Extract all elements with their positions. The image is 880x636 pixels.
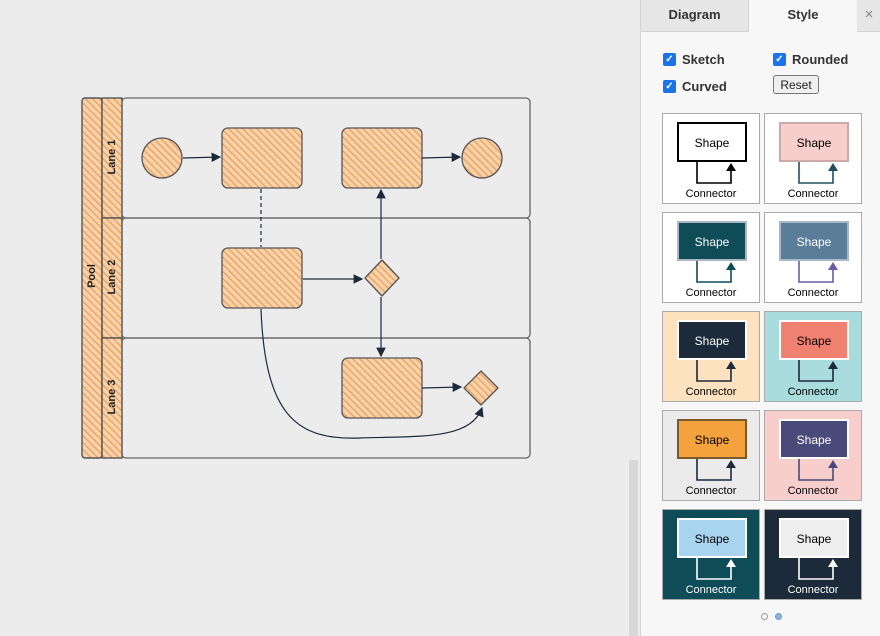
- format-panel: Diagram Style × ✓ Sketch ✓ Rounded ✓ Cur…: [640, 0, 880, 636]
- panel-tabs: Diagram Style ×: [641, 0, 880, 32]
- style-preset-4[interactable]: Shape Connector: [764, 212, 862, 303]
- sketch-option[interactable]: ✓ Sketch: [663, 52, 725, 67]
- preset-shape: Shape: [677, 518, 747, 558]
- preset-connector-label: Connector: [685, 485, 737, 497]
- start-event[interactable]: [141, 137, 183, 179]
- style-preset-6[interactable]: Shape Connector: [764, 311, 862, 402]
- preset-shape: Shape: [779, 122, 849, 162]
- task-1[interactable]: [221, 127, 303, 189]
- end-event[interactable]: [461, 137, 503, 179]
- style-preset-3[interactable]: Shape Connector: [662, 212, 760, 303]
- preset-shape: Shape: [779, 320, 849, 360]
- curved-checkbox[interactable]: ✓: [663, 80, 676, 93]
- tab-diagram[interactable]: Diagram: [641, 0, 749, 32]
- canvas-scrollbar[interactable]: [629, 460, 638, 636]
- preset-shape: Shape: [677, 221, 747, 261]
- preset-connector-label: Connector: [685, 386, 737, 398]
- curved-option[interactable]: ✓ Curved: [663, 79, 727, 94]
- lane-label-3: Lane 3: [106, 379, 118, 415]
- lane-3[interactable]: [121, 337, 531, 459]
- preset-connector-label: Connector: [787, 287, 839, 299]
- reset-button[interactable]: Reset: [773, 75, 819, 94]
- preset-connector-label: Connector: [787, 386, 839, 398]
- rounded-label: Rounded: [792, 52, 849, 67]
- preset-shape: Shape: [779, 419, 849, 459]
- preset-connector-label: Connector: [685, 287, 737, 299]
- task-2[interactable]: [341, 127, 423, 189]
- diagram-canvas[interactable]: Pool Lane 1 Lane 2 Lane 3: [0, 0, 628, 636]
- task-4[interactable]: [341, 357, 423, 419]
- gateway-2[interactable]: [463, 370, 499, 406]
- style-preset-7[interactable]: Shape Connector: [662, 410, 760, 501]
- rounded-checkbox[interactable]: ✓: [773, 53, 786, 66]
- style-preset-1[interactable]: Shape Connector: [662, 113, 760, 204]
- edge-task4-gateway2[interactable]: [421, 382, 463, 393]
- style-preset-8[interactable]: Shape Connector: [764, 410, 862, 501]
- lane-2[interactable]: [121, 217, 531, 339]
- preset-shape: Shape: [677, 122, 747, 162]
- preset-connector-label: Connector: [787, 584, 839, 596]
- preset-shape: Shape: [677, 320, 747, 360]
- preset-shape: Shape: [779, 221, 849, 261]
- curved-label: Curved: [682, 79, 727, 94]
- pager-dot-1[interactable]: [761, 613, 768, 620]
- preset-connector-label: Connector: [685, 584, 737, 596]
- preset-connector-label: Connector: [787, 188, 839, 200]
- preset-shape: Shape: [779, 518, 849, 558]
- pager-dot-2[interactable]: [775, 613, 782, 620]
- sketch-checkbox[interactable]: ✓: [663, 53, 676, 66]
- preset-connector-label: Connector: [787, 485, 839, 497]
- tab-style[interactable]: Style: [749, 0, 857, 32]
- edge-task2-end[interactable]: [421, 152, 462, 163]
- style-preset-5[interactable]: Shape Connector: [662, 311, 760, 402]
- pool-label: Pool: [86, 264, 98, 288]
- sketch-label: Sketch: [682, 52, 725, 67]
- preset-connector-label: Connector: [685, 188, 737, 200]
- task-3[interactable]: [221, 247, 303, 309]
- rounded-option[interactable]: ✓ Rounded: [773, 52, 848, 67]
- lane-label-2: Lane 2: [106, 259, 118, 295]
- close-panel-button[interactable]: ×: [857, 0, 880, 32]
- style-preset-9[interactable]: Shape Connector: [662, 509, 760, 600]
- style-preset-10[interactable]: Shape Connector: [764, 509, 862, 600]
- preset-shape: Shape: [677, 419, 747, 459]
- gateway-1[interactable]: [364, 259, 400, 297]
- style-preset-2[interactable]: Shape Connector: [764, 113, 862, 204]
- lane-label-1: Lane 1: [106, 139, 118, 175]
- edge-start-task1[interactable]: [182, 152, 222, 163]
